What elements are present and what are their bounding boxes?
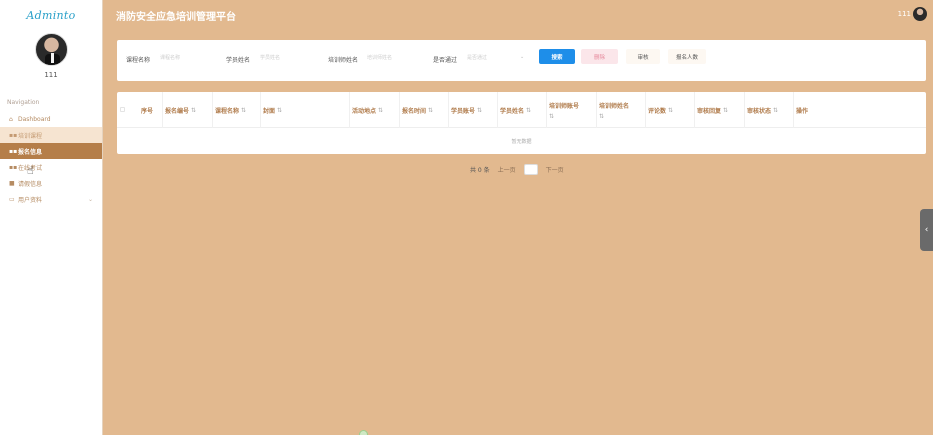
column-header[interactable]: 课程名称 ⇅ bbox=[213, 92, 261, 128]
audit-button[interactable]: 审核 bbox=[626, 49, 660, 64]
sort-icon: ⇅ bbox=[723, 106, 729, 114]
sidebar-item-label: 用户资料 bbox=[18, 196, 43, 204]
table-header: 序号 报名编号 ⇅ 课程名称 ⇅ 封面 ⇅ 活动地点 ⇅ 报名时间 ⇅ 学员账号 ⇅ 学员姓… bbox=[117, 92, 926, 128]
course-name-label: 课程名称 bbox=[126, 57, 151, 64]
sort-icon: ⇅ bbox=[526, 106, 532, 114]
sidebar-item-dashboard[interactable]: ⌂ Dashboard bbox=[0, 111, 102, 127]
sort-icon: ⇅ bbox=[773, 106, 779, 114]
delete-button[interactable]: 删除 bbox=[581, 49, 618, 64]
search-button[interactable]: 搜索 bbox=[539, 49, 575, 64]
column-header: 序号 bbox=[139, 92, 163, 128]
nav-caption: Navigation bbox=[7, 99, 40, 106]
grid-icon: ▪▪ bbox=[9, 131, 18, 139]
sort-icon: ⇅ bbox=[477, 106, 483, 114]
avatar[interactable] bbox=[34, 33, 68, 66]
sidebar: Adminto 111 Navigation ⌂ Dashboard ▪▪ 培训… bbox=[0, 0, 103, 435]
page-number-box[interactable] bbox=[523, 164, 538, 175]
chevron-down-icon[interactable]: ⌄ bbox=[520, 54, 524, 60]
sidebar-item-label: 请假信息 bbox=[18, 180, 43, 188]
trainer-name-label: 培训师姓名 bbox=[328, 57, 359, 64]
sort-icon: ⇅ bbox=[428, 106, 434, 114]
chevron-down-icon: ⌄ bbox=[87, 195, 93, 203]
select-all-checkbox[interactable] bbox=[120, 107, 125, 112]
column-header: 操作 bbox=[796, 107, 809, 115]
column-header[interactable]: 活动地点 ⇅ bbox=[350, 92, 400, 128]
page-title: 消防安全应急培训管理平台 bbox=[116, 12, 236, 23]
sort-icon: ⇅ bbox=[599, 112, 605, 120]
student-name-label: 学员姓名 bbox=[226, 57, 251, 64]
top-username[interactable]: 111 bbox=[898, 10, 911, 18]
column-header[interactable]: 报名时间 ⇅ bbox=[400, 92, 449, 128]
brand-logo[interactable]: Adminto bbox=[0, 0, 102, 30]
sort-icon: ⇅ bbox=[241, 106, 247, 114]
grid-icon: ▪▪ bbox=[9, 163, 18, 171]
sidebar-item-online-exam[interactable]: ▪▪ 在线考试 bbox=[0, 159, 102, 175]
sidebar-item-label: 培训课程 bbox=[18, 132, 43, 140]
prev-page-button[interactable]: 上一页 bbox=[498, 165, 516, 174]
sidebar-item-courses[interactable]: ▪▪ 培训课程 bbox=[0, 127, 102, 143]
next-page-button[interactable]: 下一页 bbox=[546, 165, 564, 174]
sort-icon: ⇅ bbox=[549, 112, 555, 120]
grid-icon: ▪▪ bbox=[9, 147, 18, 155]
sidebar-username: 111 bbox=[44, 71, 58, 79]
sort-icon: ⇅ bbox=[668, 106, 674, 114]
student-name-input[interactable] bbox=[260, 52, 310, 64]
data-table: 序号 报名编号 ⇅ 课程名称 ⇅ 封面 ⇅ 活动地点 ⇅ 报名时间 ⇅ 学员账号 ⇅ 学员姓… bbox=[117, 92, 926, 154]
sort-icon: ⇅ bbox=[378, 106, 384, 114]
passed-select[interactable] bbox=[467, 52, 517, 64]
sidebar-item-label: 报名信息 bbox=[18, 148, 43, 156]
user-card-icon: ▭ bbox=[9, 195, 15, 203]
status-dot bbox=[359, 430, 368, 435]
column-header[interactable]: 培训师姓名 ⇅ bbox=[597, 92, 646, 128]
pagination: 共 0 条 上一页 下一页 bbox=[470, 164, 572, 175]
mouse-pointer-icon: ☝ bbox=[27, 164, 34, 177]
top-bar: 消防安全应急培训管理平台 111 bbox=[103, 0, 933, 30]
column-header[interactable]: 审核回复 ⇅ bbox=[695, 92, 745, 128]
trainer-name-input[interactable] bbox=[367, 52, 417, 64]
briefcase-icon: ■ bbox=[9, 179, 15, 187]
sidebar-item-user-profile[interactable]: ▭ 用户资料 ⌄ bbox=[0, 191, 102, 207]
top-avatar[interactable] bbox=[913, 7, 927, 21]
column-header[interactable]: 培训师账号 ⇅ bbox=[547, 92, 597, 128]
column-header[interactable]: 学员账号 ⇅ bbox=[449, 92, 498, 128]
column-header[interactable]: 评论数 ⇅ bbox=[646, 92, 695, 128]
sidebar-item-leave[interactable]: ■ 请假信息 bbox=[0, 175, 102, 191]
passed-label: 是否通过 bbox=[433, 57, 458, 64]
total-count: 共 0 条 bbox=[470, 167, 490, 174]
search-panel: 课程名称 学员姓名 培训师姓名 是否通过 ⌄ 搜索 删除 审核 报名人数 bbox=[117, 40, 926, 81]
registration-count-button[interactable]: 报名人数 bbox=[668, 49, 706, 64]
sidebar-item-label: Dashboard bbox=[18, 115, 51, 123]
chevron-left-icon[interactable]: ‹ bbox=[920, 209, 933, 251]
sidebar-item-registrations[interactable]: ▪▪ 报名信息 bbox=[0, 143, 102, 159]
column-header[interactable]: 报名编号 ⇅ bbox=[163, 92, 213, 128]
column-header[interactable]: 封面 ⇅ bbox=[261, 92, 350, 128]
column-header[interactable]: 学员姓名 ⇅ bbox=[498, 92, 547, 128]
sort-icon: ⇅ bbox=[277, 106, 283, 114]
home-icon: ⌂ bbox=[9, 115, 13, 123]
column-header[interactable]: 审核状态 ⇅ bbox=[745, 92, 794, 128]
empty-state-text: 暂无数据 bbox=[511, 139, 532, 145]
sort-icon: ⇅ bbox=[191, 106, 197, 114]
course-name-input[interactable] bbox=[160, 52, 210, 64]
